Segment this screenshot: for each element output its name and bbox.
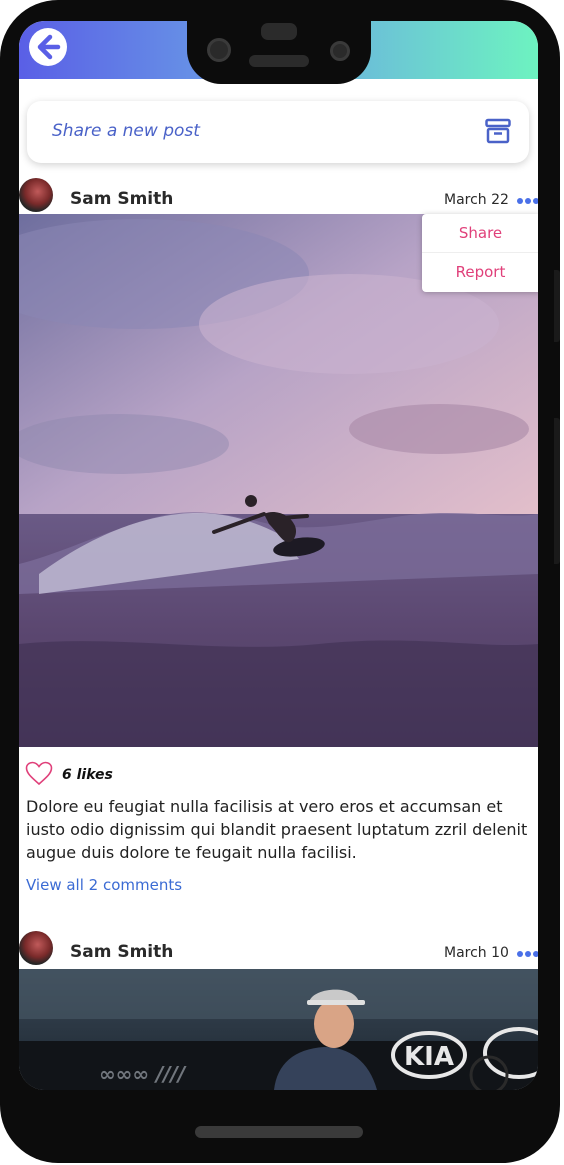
- post-user-name[interactable]: Sam Smith: [70, 189, 173, 209]
- post-user-name[interactable]: Sam Smith: [70, 942, 173, 962]
- front-camera-icon: [207, 38, 231, 62]
- avatar[interactable]: [19, 931, 53, 965]
- share-post-box[interactable]: Share a new post: [27, 101, 529, 163]
- post-image[interactable]: ∞∞∞ //// KIA: [19, 969, 538, 1090]
- archive-box-icon[interactable]: [485, 118, 511, 144]
- post-options-menu: Share Report: [422, 214, 538, 292]
- heart-icon[interactable]: [25, 761, 53, 786]
- phone-frame: Share a new post Sam Smith March 22 Shar…: [0, 0, 560, 1163]
- app-screen: Share a new post Sam Smith March 22 Shar…: [19, 21, 538, 1090]
- menu-item-report[interactable]: Report: [422, 253, 538, 291]
- kia-text: KIA: [404, 1042, 454, 1072]
- more-dots-icon[interactable]: [517, 197, 538, 205]
- camera-notch: [187, 21, 371, 84]
- likes-count: 6 likes: [62, 767, 113, 783]
- svg-text:∞∞∞ ////: ∞∞∞ ////: [99, 1062, 187, 1086]
- speaker-icon: [249, 55, 309, 67]
- back-button[interactable]: [29, 28, 67, 66]
- avatar[interactable]: [19, 178, 53, 212]
- front-camera-icon: [330, 41, 350, 61]
- post-date: March 10: [444, 945, 509, 961]
- post-image[interactable]: [19, 214, 538, 747]
- earpiece-icon: [261, 23, 297, 40]
- menu-item-share[interactable]: Share: [422, 214, 538, 252]
- post-date: March 22: [444, 192, 509, 208]
- power-button: [554, 270, 560, 342]
- share-post-placeholder[interactable]: Share a new post: [52, 121, 200, 141]
- view-comments-link[interactable]: View all 2 comments: [26, 876, 182, 894]
- back-arrow-icon: [37, 34, 61, 60]
- more-dots-icon[interactable]: [517, 950, 538, 958]
- home-indicator[interactable]: [195, 1126, 363, 1138]
- post-caption: Dolore eu feugiat nulla facilisis at ver…: [26, 797, 528, 862]
- volume-button: [554, 418, 560, 564]
